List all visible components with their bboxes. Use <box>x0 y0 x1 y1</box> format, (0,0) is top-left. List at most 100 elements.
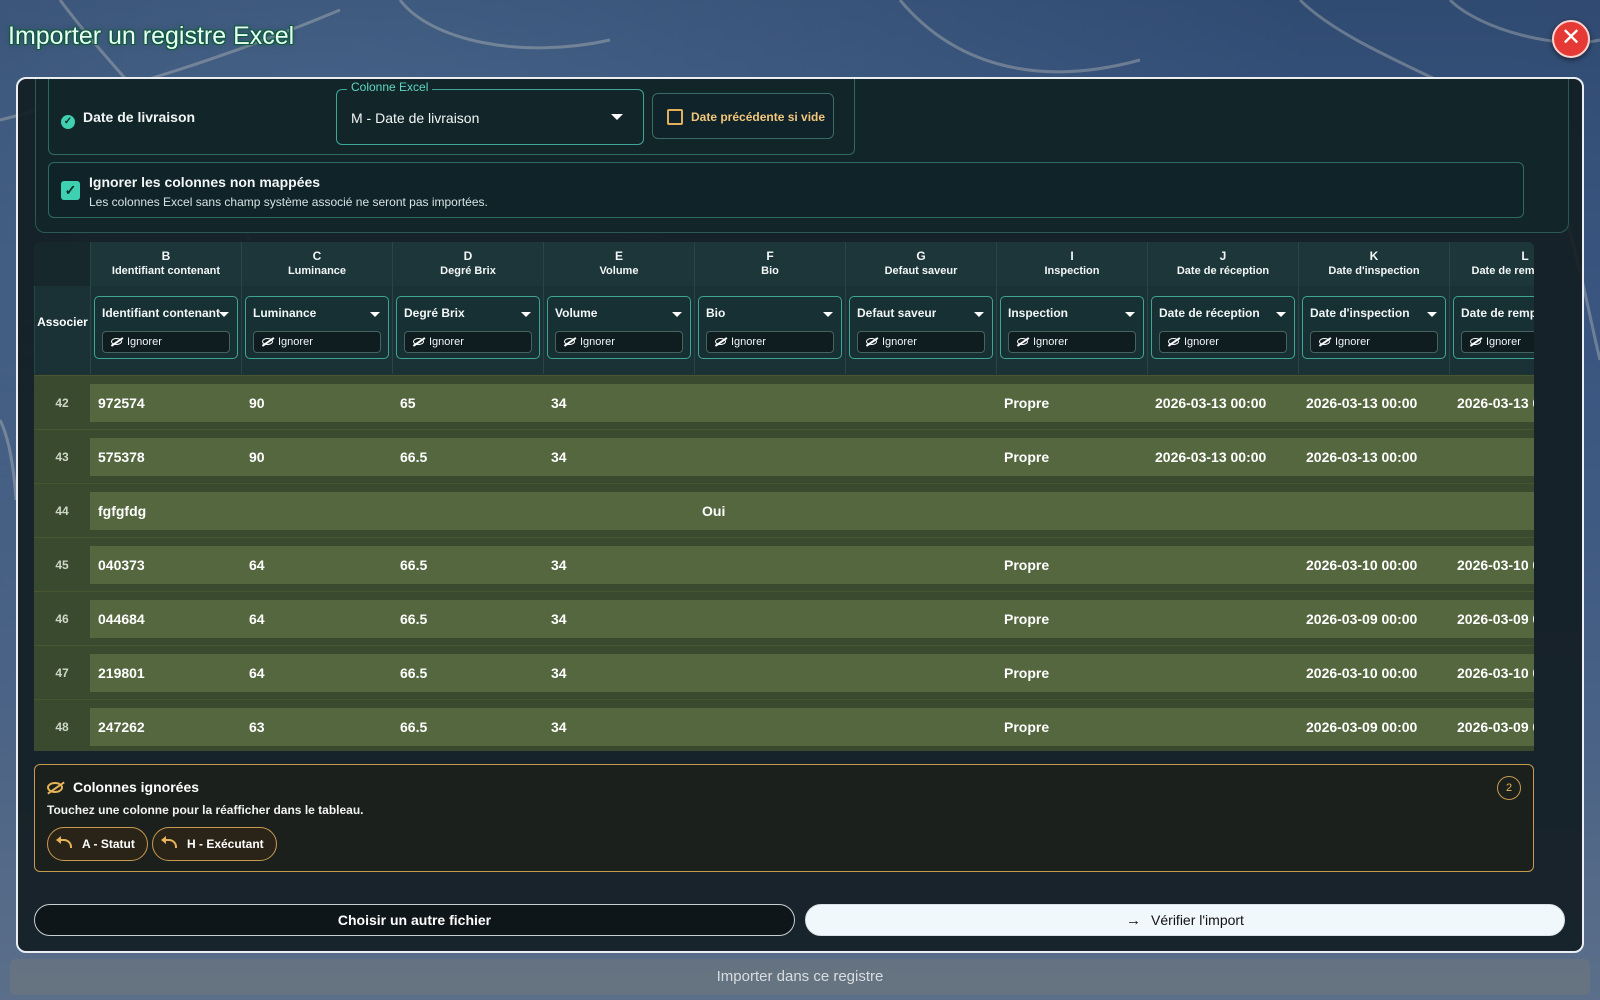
table-cell <box>1147 708 1298 746</box>
ignore-column-button[interactable]: Ignorer <box>706 331 834 353</box>
field-select-label: Inspection <box>1008 306 1069 320</box>
table-cell: 34 <box>543 708 694 746</box>
field-select[interactable]: Defaut saveur Ignorer <box>849 296 993 359</box>
field-select[interactable]: Volume Ignorer <box>547 296 691 359</box>
table-cell: Propre <box>996 600 1147 638</box>
table-cell: 34 <box>543 546 694 584</box>
chevron-down-icon <box>823 312 833 317</box>
close-button[interactable]: ✕ <box>1552 20 1590 58</box>
table-cell <box>845 492 996 530</box>
table-row[interactable]: 43 575378 90 66.5 34 Propre 2026-03-13 00:00 20… <box>34 429 1534 483</box>
column-header: F Bio <box>694 242 845 286</box>
verify-import-button[interactable]: → Vérifier l'import <box>805 904 1565 936</box>
column-name: Inspection <box>1044 265 1100 277</box>
table-cell <box>845 384 996 422</box>
field-name: ✓ Date de livraison <box>61 109 195 129</box>
table-cell <box>694 708 845 746</box>
ignore-label: Ignorer <box>1335 336 1370 348</box>
table-cell: 64 <box>241 600 392 638</box>
choose-other-file-button[interactable]: Choisir un autre fichier <box>34 904 795 936</box>
row-number: 45 <box>55 558 69 572</box>
field-select[interactable]: Identifiant contenant Ignorer <box>94 296 238 359</box>
preview-table[interactable]: B Identifiant contenant C Luminance D Degré B… <box>34 242 1534 751</box>
row-number: 48 <box>55 720 69 734</box>
eye-off-icon <box>111 338 122 345</box>
table-cell: 972574 <box>90 384 241 422</box>
import-into-register-button[interactable]: Importer dans ce registre <box>10 959 1590 995</box>
ignore-column-button[interactable]: Ignorer <box>253 331 381 353</box>
ignore-column-button[interactable]: Ignorer <box>857 331 985 353</box>
ignore-label: Ignorer <box>1486 336 1521 348</box>
table-row[interactable]: 48 247262 63 66.5 34 Propre 2026-03-09 00:00 20… <box>34 699 1534 751</box>
column-mapping-cell: Date d'inspection Ignorer <box>1298 286 1449 374</box>
field-select-label: Identifiant contenant <box>102 306 220 320</box>
column-mapping-cell: Bio Ignorer <box>694 286 845 374</box>
field-select[interactable]: Inspection Ignorer <box>1000 296 1144 359</box>
chevron-down-icon <box>370 312 380 317</box>
column-letter: C <box>312 249 322 263</box>
table-cell <box>845 600 996 638</box>
field-select-label: Degré Brix <box>404 306 465 320</box>
ignore-unmapped-option[interactable]: ✓ Ignorer les colonnes non mappées Les c… <box>48 162 1524 218</box>
table-cell: 66.5 <box>392 600 543 638</box>
column-mapping-cell: Degré Brix Ignorer <box>392 286 543 374</box>
table-cell: 90 <box>241 438 392 476</box>
ignore-column-button[interactable]: Ignorer <box>1310 331 1438 353</box>
column-header: D Degré Brix <box>392 242 543 286</box>
table-cell: 34 <box>543 384 694 422</box>
ignore-column-button[interactable]: Ignorer <box>1159 331 1287 353</box>
table-row[interactable]: 46 044684 64 66.5 34 Propre 2026-03-09 00:00 20… <box>34 591 1534 645</box>
field-select[interactable]: Bio Ignorer <box>698 296 842 359</box>
ignore-label: Ignorer <box>580 336 615 348</box>
check-circle-icon: ✓ <box>61 115 75 129</box>
column-name: Bio <box>761 265 779 277</box>
ignored-columns-title-text: Colonnes ignorées <box>73 779 200 795</box>
eye-off-icon <box>1319 338 1330 345</box>
field-select[interactable]: Date de réception Ignorer <box>1151 296 1295 359</box>
verify-import-label: Vérifier l'import <box>1151 912 1244 928</box>
column-mapping-cell: Date de réception Ignorer <box>1147 286 1298 374</box>
column-header: I Inspection <box>996 242 1147 286</box>
restore-column-chip[interactable]: A - Statut <box>47 827 148 861</box>
column-mapping-cell: Luminance Ignorer <box>241 286 392 374</box>
eye-off-icon <box>1470 338 1481 345</box>
ignore-label: Ignorer <box>429 336 464 348</box>
field-select[interactable]: Date d'inspection Ignorer <box>1302 296 1446 359</box>
field-select[interactable]: Luminance Ignorer <box>245 296 389 359</box>
table-cell <box>1298 492 1449 530</box>
chip-label: H - Exécutant <box>187 837 264 851</box>
table-row[interactable]: 42 972574 90 65 34 Propre 2026-03-13 00:00 2026… <box>34 375 1534 429</box>
column-header: J Date de réception <box>1147 242 1298 286</box>
restore-column-chip[interactable]: H - Exécutant <box>152 827 277 861</box>
ignore-column-button[interactable]: Ignorer <box>555 331 683 353</box>
ignored-count-badge: 2 <box>1497 776 1521 800</box>
table-cell: Propre <box>996 384 1147 422</box>
table-cell: 66.5 <box>392 654 543 692</box>
field-select[interactable]: Degré Brix Ignorer <box>396 296 540 359</box>
ignore-column-button[interactable]: Ignorer <box>102 331 230 353</box>
ignore-column-button[interactable]: Ignorer <box>404 331 532 353</box>
table-cell: 2026-03-09 00:00 <box>1449 708 1534 746</box>
table-cell: 66.5 <box>392 438 543 476</box>
ignore-column-button[interactable]: Ignorer <box>1008 331 1136 353</box>
column-mapping-cell: Date de remplissage Ignorer <box>1449 286 1534 374</box>
previous-date-checkbox[interactable]: Date précédente si vide <box>652 93 834 139</box>
row-number: 43 <box>55 450 69 464</box>
table-row[interactable]: 45 040373 64 66.5 34 Propre 2026-03-10 00:00 20… <box>34 537 1534 591</box>
table-body: 42 972574 90 65 34 Propre 2026-03-13 00:00 2026… <box>34 375 1534 751</box>
field-name-label: Date de livraison <box>83 109 196 125</box>
table-cell: 247262 <box>90 708 241 746</box>
excel-column-select[interactable]: Colonne Excel M - Date de livraison <box>336 80 644 145</box>
table-cell: Propre <box>996 438 1147 476</box>
table-cell <box>694 438 845 476</box>
table-cell: 040373 <box>90 546 241 584</box>
checkbox-checked-icon[interactable]: ✓ <box>61 181 80 200</box>
table-row[interactable]: 47 219801 64 66.5 34 Propre 2026-03-10 00:00 20… <box>34 645 1534 699</box>
table-cell: Propre <box>996 546 1147 584</box>
eye-off-icon <box>262 338 273 345</box>
ignore-column-button[interactable]: Ignorer <box>1461 331 1534 353</box>
column-letter: I <box>1070 249 1074 263</box>
table-row[interactable]: 44 fgfgfdg Oui <box>34 483 1534 537</box>
field-select[interactable]: Date de remplissage Ignorer <box>1453 296 1534 359</box>
excel-column-value: M - Date de livraison <box>351 110 480 126</box>
